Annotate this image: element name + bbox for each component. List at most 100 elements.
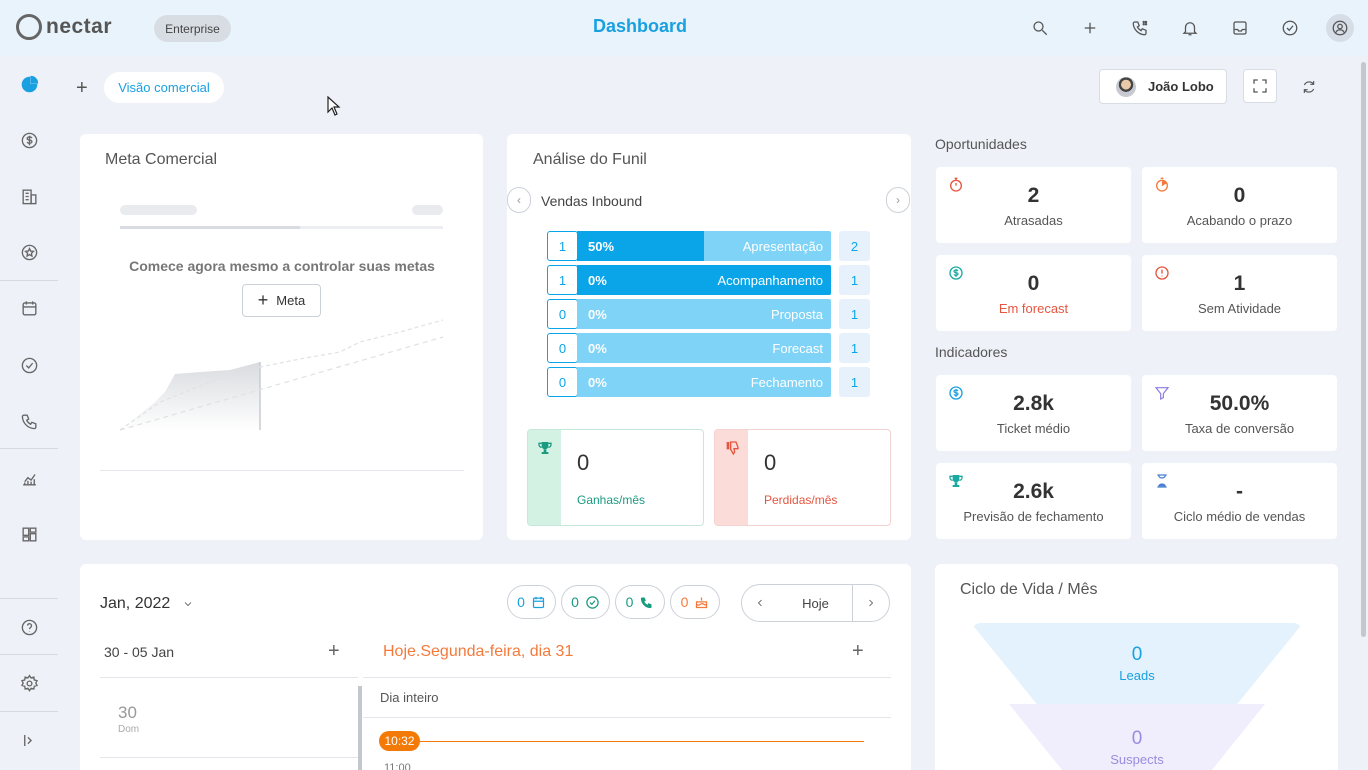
stage-bar[interactable]: 0% Fechamento — [577, 367, 831, 397]
kpi-atrasadas[interactable]: 2 Atrasadas — [936, 167, 1131, 243]
kpi-ciclo-medio[interactable]: - Ciclo médio de vendas — [1142, 463, 1337, 539]
stage-total[interactable]: 1 — [839, 367, 870, 397]
help-icon[interactable] — [17, 615, 41, 639]
dashboard-icon[interactable] — [17, 522, 41, 546]
add-meta-button[interactable]: + Meta — [242, 284, 321, 317]
stage-total[interactable]: 1 — [839, 265, 870, 295]
logo[interactable]: nectar — [16, 14, 112, 40]
funnel-stage-row[interactable]: 0 0% Fechamento 1 — [547, 367, 872, 397]
stage-bar[interactable]: 50% Apresentação — [577, 231, 831, 261]
kpi-ticket-medio[interactable]: 2.8k Ticket médio — [936, 375, 1131, 451]
star-icon[interactable] — [17, 240, 41, 264]
lost-value: 0 — [764, 450, 777, 475]
stage-count[interactable]: 1 — [547, 231, 578, 261]
stage-total[interactable]: 1 — [839, 299, 870, 329]
month-selector[interactable]: Jan, 2022 — [100, 595, 194, 613]
kpi-value: 50.0% — [1209, 392, 1270, 415]
tasks-filter-pill[interactable]: 0 — [561, 585, 610, 619]
stage-total[interactable]: 2 — [839, 231, 870, 261]
meta-comercial-card: Meta Comercial Comece agora mesmo a cont… — [80, 134, 483, 540]
won-value: 0 — [577, 450, 590, 475]
check-circle-icon[interactable] — [17, 353, 41, 377]
today-button[interactable]: Hoje — [778, 584, 853, 622]
stage-count[interactable]: 0 — [547, 367, 578, 397]
prev-pipeline-button[interactable]: ‹ — [507, 187, 531, 213]
week-scrollbar[interactable] — [358, 686, 362, 770]
lost-box[interactable]: 0 Perdidas/mês — [714, 429, 891, 526]
day-number[interactable]: 30 — [118, 703, 137, 723]
building-icon[interactable] — [17, 184, 41, 208]
funnel-stage-row[interactable]: 1 50% Apresentação 2 — [547, 231, 872, 261]
lost-label: Perdidas/mês — [764, 493, 838, 507]
user-filter-button[interactable]: João Lobo — [1099, 69, 1227, 104]
stage-name: Proposta — [770, 307, 823, 322]
check-circle-icon[interactable] — [1276, 14, 1304, 42]
plus-icon[interactable] — [1076, 14, 1104, 42]
tab-visao-comercial[interactable]: Visão comercial — [104, 72, 224, 103]
stage-count[interactable]: 1 — [547, 265, 578, 295]
add-dashboard-button[interactable]: + — [76, 77, 88, 100]
calendar-icon[interactable] — [17, 296, 41, 320]
kpi-label: Acabando o prazo — [1186, 213, 1293, 228]
kpi-taxa-conversao[interactable]: 50.0% Taxa de conversão — [1142, 375, 1337, 451]
pipeline-name: Vendas Inbound — [541, 193, 643, 209]
card-title: Análise do Funil — [533, 151, 647, 168]
stage-count[interactable]: 0 — [547, 299, 578, 329]
add-week-event-button[interactable]: + — [328, 640, 340, 663]
suspects-value: 0 — [1131, 728, 1143, 749]
stage-total[interactable]: 1 — [839, 333, 870, 363]
calls-filter-pill[interactable]: 0 — [615, 585, 665, 619]
kpi-acabando-prazo[interactable]: 0 Acabando o prazo — [1142, 167, 1337, 243]
funnel-stage-row[interactable]: 1 0% Acompanhamento 1 — [547, 265, 872, 295]
calendar-icon — [532, 596, 545, 608]
kpi-em-forecast[interactable]: 0 Em forecast — [936, 255, 1131, 331]
plan-badge: Enterprise — [154, 15, 231, 42]
current-time-line — [418, 741, 864, 742]
divider — [100, 757, 358, 758]
search-icon[interactable] — [1026, 14, 1054, 42]
sidebar-divider — [0, 280, 58, 281]
stage-count[interactable]: 0 — [547, 333, 578, 363]
add-meta-label: Meta — [276, 293, 306, 308]
chevron-down-icon — [184, 602, 192, 607]
month-label: Jan, 2022 — [100, 595, 171, 612]
kpi-sem-atividade[interactable]: 1 Sem Atividade — [1142, 255, 1337, 331]
pie-chart-icon[interactable] — [17, 72, 41, 96]
stage-bar[interactable]: 0% Proposta — [577, 299, 831, 329]
pill-value: 0 — [571, 594, 579, 610]
chart-icon[interactable] — [17, 466, 41, 490]
page-scrollbar[interactable] — [1361, 62, 1366, 637]
kpi-label: Em forecast — [998, 301, 1069, 316]
refresh-button[interactable] — [1298, 76, 1320, 98]
fullscreen-button[interactable] — [1243, 69, 1277, 103]
user-circle-icon[interactable] — [1326, 14, 1354, 42]
won-box[interactable]: 0 Ganhas/mês — [527, 429, 704, 526]
stage-bar[interactable]: 0% Acompanhamento — [577, 265, 831, 295]
inbox-icon[interactable] — [1226, 14, 1254, 42]
time-slot-label: 11:00 — [384, 762, 411, 770]
add-today-event-button[interactable]: + — [852, 640, 864, 663]
stage-percent: 0% — [588, 273, 607, 288]
chevron-right-icon: › — [896, 193, 900, 207]
settings-icon[interactable] — [17, 671, 41, 695]
stage-percent: 0% — [588, 307, 607, 322]
bell-icon[interactable] — [1176, 14, 1204, 42]
dollar-icon[interactable] — [17, 128, 41, 152]
kpi-label: Sem Atividade — [1197, 301, 1282, 316]
events-filter-pill[interactable]: 0 — [507, 585, 556, 619]
kpi-previsao-fechamento[interactable]: 2.6k Previsão de fechamento — [936, 463, 1131, 539]
funnel-stage-row[interactable]: 0 0% Forecast 1 — [547, 333, 872, 363]
prev-week-button[interactable] — [741, 584, 779, 622]
next-pipeline-button[interactable]: › — [886, 187, 910, 213]
phone-dialpad-icon[interactable] — [1126, 14, 1154, 42]
stage-bar[interactable]: 0% Forecast — [577, 333, 831, 363]
sidebar-divider — [0, 711, 58, 712]
thumbs-down-icon — [715, 430, 748, 525]
collapse-icon[interactable] — [17, 728, 41, 752]
funnel-stage-row[interactable]: 0 0% Proposta 1 — [547, 299, 872, 329]
divider — [100, 470, 464, 471]
phone-icon[interactable] — [17, 409, 41, 433]
ciclo-vida-card: Ciclo de Vida / Mês 0 Leads 0 Suspects — [935, 564, 1338, 770]
birthdays-filter-pill[interactable]: 0 — [670, 585, 720, 619]
next-week-button[interactable] — [852, 584, 890, 622]
